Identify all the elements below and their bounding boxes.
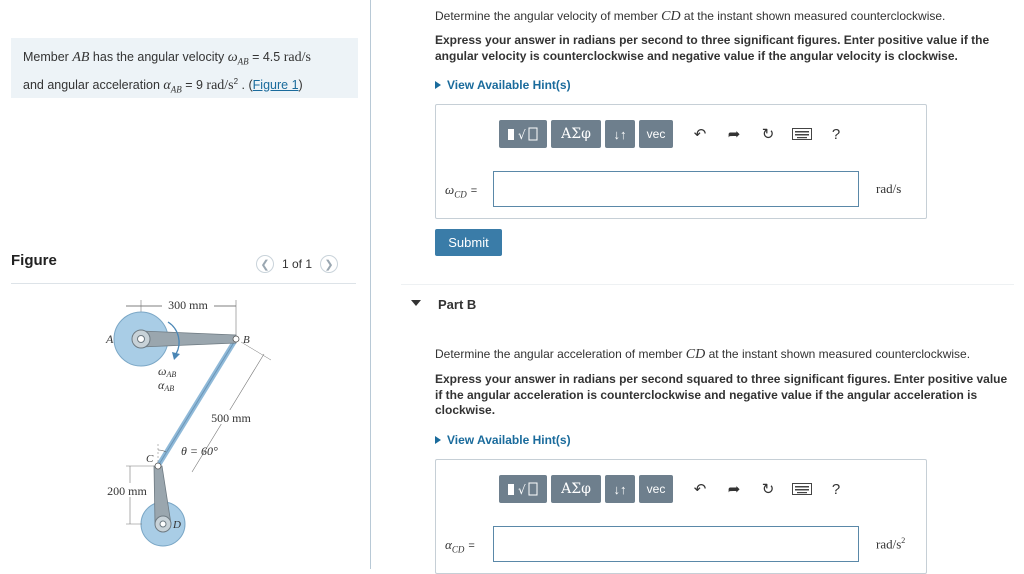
figure-pager: ❮ 1 of 1 ❯ (256, 255, 339, 273)
label-b: B (243, 334, 250, 346)
template-icon[interactable]: √ (499, 475, 547, 503)
alpha-symbol: α (163, 77, 171, 93)
problem-line-1: Member AB has the angular velocity ωAB =… (23, 48, 358, 72)
pager-text: 1 of 1 (282, 257, 313, 271)
submit-button[interactable]: Submit (435, 229, 502, 256)
chevron-right-icon[interactable]: ❯ (320, 255, 339, 273)
math-toolbar: √ ΑΣφ ↓↑ vec ↶ ➦ ↻ ? (499, 475, 847, 503)
partA-answer-label: ωCD = (445, 182, 478, 200)
svg-text:√: √ (518, 128, 526, 142)
help-button[interactable]: ? (825, 478, 847, 500)
caret-right-icon (435, 436, 441, 444)
help-button[interactable]: ? (825, 123, 847, 145)
omega-value: = 4.5 (248, 50, 284, 64)
partA-question: Determine the angular velocity of member… (435, 9, 946, 24)
text: Member (23, 50, 73, 64)
alpha-unit: rad/s (206, 77, 234, 93)
reset-icon[interactable]: ↻ (757, 478, 779, 500)
problem-statement: Member AB has the angular velocity ωAB =… (11, 38, 358, 98)
partA-answer-box: √ ΑΣφ ↓↑ vec ↶ ➦ ↻ ? ωCD = rad/s (435, 104, 927, 219)
caret-down-icon (411, 300, 421, 306)
greek-button[interactable]: ΑΣφ (551, 475, 601, 503)
member-symbol: AB (72, 50, 90, 65)
partA-answer-input[interactable] (493, 171, 859, 207)
math-toolbar: √ ΑΣφ ↓↑ vec ↶ ➦ ↻ ? (499, 120, 847, 148)
omega-symbol: ω (227, 50, 238, 65)
hint-label: View Available Hint(s) (447, 78, 571, 92)
partB-header[interactable]: Part B (401, 284, 1014, 335)
mechanism-figure: 300 mm A B ωAB αAB 500 mm θ = 60° C D 20… (102, 298, 272, 547)
partB-question: Determine the angular acceleration of me… (435, 347, 971, 362)
text: ) (298, 77, 303, 92)
dim-ext (240, 341, 272, 361)
theta-label: θ = 60° (181, 444, 218, 458)
omega-unit: rad/s (283, 50, 311, 65)
label-c: C (146, 453, 154, 465)
arrows-button[interactable]: ↓↑ (605, 475, 635, 503)
omega-label: ωAB (158, 364, 176, 379)
partB-title: Part B (438, 297, 477, 312)
dim-top-label: 300 mm (168, 298, 208, 312)
label-d: D (172, 519, 181, 531)
partA-unit: rad/s (876, 181, 902, 196)
arrows-button[interactable]: ↓↑ (605, 120, 635, 148)
figure-link[interactable]: Figure 1 (253, 78, 299, 92)
partB-instructions: Express your answer in radians per secon… (435, 372, 1008, 417)
partA-instructions: Express your answer in radians per secon… (435, 33, 990, 63)
pin-d (159, 520, 167, 528)
partB-hint-toggle[interactable]: View Available Hint(s) (435, 433, 571, 447)
arrow-head (172, 352, 180, 360)
figure-title: Figure (11, 252, 57, 269)
partB-unit: rad/s2 (876, 536, 906, 552)
omega-subscript: AB (237, 56, 249, 67)
label-a: A (105, 332, 114, 346)
chevron-left-icon[interactable]: ❮ (256, 255, 274, 273)
partB-answer-input[interactable] (493, 526, 859, 562)
template-icon[interactable]: √ (499, 120, 547, 148)
text: . ( (238, 77, 253, 92)
reset-icon[interactable]: ↻ (757, 123, 779, 145)
keyboard-icon[interactable] (791, 123, 813, 145)
svg-text:√: √ (518, 483, 526, 497)
text: and angular acceleration (23, 77, 164, 92)
problem-line-2: and angular acceleration αAB = 9 rad/s2 … (23, 72, 358, 100)
arm-cd (153, 465, 172, 525)
partB-answer-box: √ ΑΣφ ↓↑ vec ↶ ➦ ↻ ? αCD = rad/s2 (435, 459, 927, 574)
alpha-subscript: AB (170, 84, 182, 95)
vec-button[interactable]: vec (639, 120, 673, 148)
alpha-label: αAB (158, 378, 174, 393)
text: has the angular velocity (89, 50, 228, 64)
left-panel: Member AB has the angular velocity ωAB =… (0, 0, 370, 569)
arm-ab (140, 330, 237, 348)
undo-icon[interactable]: ↶ (689, 478, 711, 500)
partA-hint-toggle[interactable]: View Available Hint(s) (435, 78, 571, 92)
hint-label: View Available Hint(s) (447, 433, 571, 447)
redo-icon[interactable]: ➦ (723, 478, 745, 500)
pin-a (137, 335, 145, 343)
undo-icon[interactable]: ↶ (689, 123, 711, 145)
pin-c (154, 462, 162, 470)
redo-icon[interactable]: ➦ (723, 123, 745, 145)
pin-b (232, 335, 240, 343)
partB-answer-label: αCD = (445, 537, 475, 555)
divider (11, 283, 356, 284)
greek-button[interactable]: ΑΣφ (551, 120, 601, 148)
right-panel: Determine the angular velocity of member… (371, 0, 1024, 574)
vec-button[interactable]: vec (639, 475, 673, 503)
alpha-value: = 9 (181, 77, 207, 92)
caret-right-icon (435, 81, 441, 89)
dim-left-label: 200 mm (107, 484, 147, 498)
keyboard-icon[interactable] (791, 478, 813, 500)
dim-bc-label: 500 mm (211, 411, 251, 425)
